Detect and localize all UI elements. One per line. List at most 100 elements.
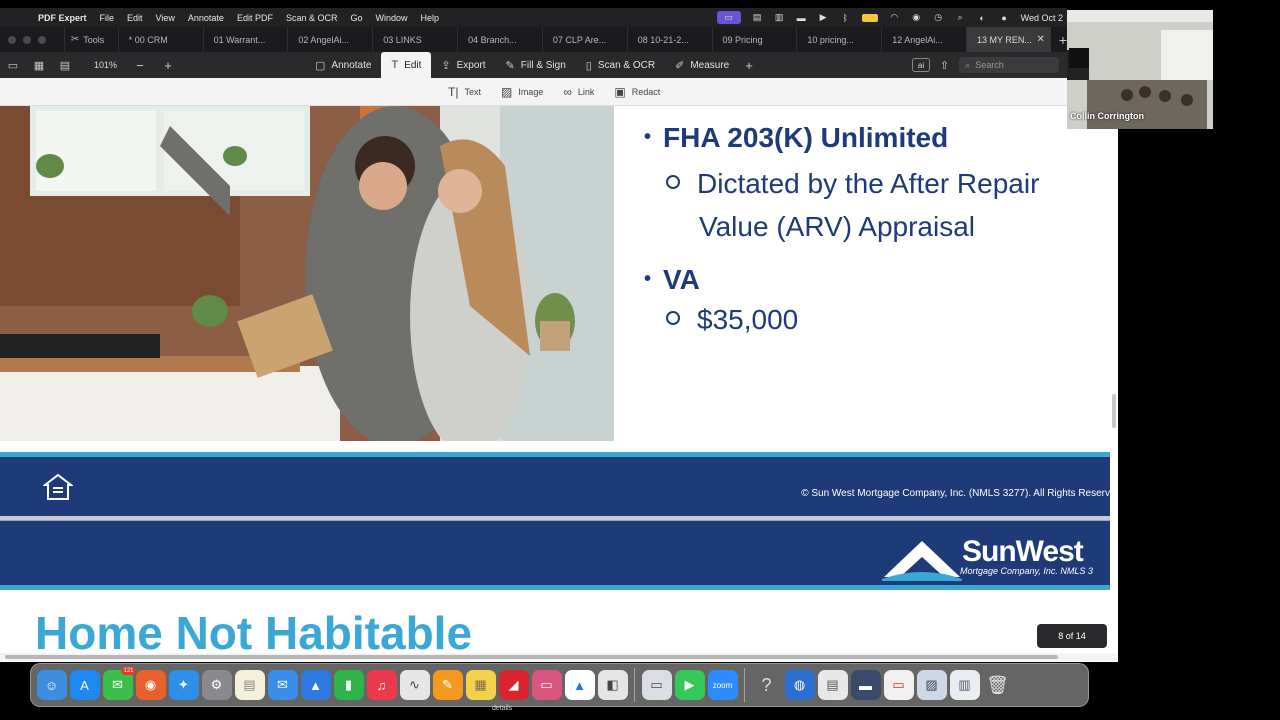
window-thumbnail-icon[interactable]: ▥ (949, 670, 980, 700)
play-icon[interactable]: ▶ (818, 12, 829, 22)
activity-monitor-icon[interactable]: ∿ (399, 670, 430, 700)
mail-icon[interactable]: ✉ (267, 670, 298, 700)
grid-view-icon[interactable]: ▦ (26, 59, 52, 72)
cast-icon[interactable]: ▤ (752, 12, 763, 22)
siri-icon[interactable]: ● (999, 13, 1010, 23)
notes-icon[interactable]: ▤ (234, 670, 265, 700)
pages-icon[interactable]: ✎ (432, 670, 463, 700)
vertical-scroll-thumb[interactable] (1112, 394, 1116, 428)
edit-tool-text[interactable]: T| Text (448, 85, 481, 99)
edit-tool-redact[interactable]: ▣ Redact (614, 85, 660, 99)
document-page[interactable]: • FHA 203(K) Unlimited Dictated by the Af… (0, 106, 1118, 662)
menu-scan-ocr[interactable]: Scan & OCR (286, 13, 338, 23)
tab-document[interactable]: 02 AngelAi... (287, 27, 372, 52)
time-machine-icon[interactable]: ◷ (933, 12, 944, 22)
edit-tool-image[interactable]: ▨ Image (501, 85, 543, 99)
system-settings-icon[interactable]: ⚙ (201, 670, 232, 700)
image-thumbnail-icon[interactable]: ▨ (916, 670, 947, 700)
finder-icon[interactable]: ☺ (36, 670, 67, 700)
firefox-icon[interactable]: ◉ (135, 670, 166, 700)
screenshot-thumbnail-icon[interactable]: ▬ (850, 670, 881, 700)
add-mode-button[interactable]: + (739, 58, 759, 73)
screen-sharing-icon[interactable]: ▭ (641, 670, 672, 700)
main-toolbar: ▭ ▦ ▤ 101% − + ▢ Annotate T Edit ⇪ Export ✎… (0, 52, 1067, 78)
menu-annotate[interactable]: Annotate (188, 13, 224, 23)
battery-icon[interactable] (861, 13, 878, 22)
tab-document[interactable]: 12 AngelAi... (881, 27, 966, 52)
mode-scan-ocr[interactable]: ▯ Scan & OCR (576, 52, 665, 78)
card-thumbnail-icon[interactable]: ▭ (883, 670, 914, 700)
tab-document[interactable]: 01 Warrant... (202, 27, 288, 52)
mode-export[interactable]: ⇪ Export (431, 52, 495, 78)
google-drive-icon[interactable]: ▲ (564, 670, 595, 700)
edit-tool-label: Link (577, 87, 595, 97)
chat-icon[interactable]: ▬ (796, 13, 807, 23)
minimize-window-button[interactable] (23, 35, 31, 44)
tab-document[interactable]: * 00 CRM (117, 27, 203, 52)
menu-file[interactable]: File (100, 13, 115, 23)
tab-document[interactable]: 03 LINKS (372, 27, 457, 52)
sub-bullet-text: Dictated by the After Repair (697, 168, 1040, 199)
control-center-icon[interactable]: ◐ (977, 13, 988, 23)
page-indicator[interactable]: 8 of 14 (1037, 624, 1107, 648)
wifi-icon[interactable]: ◠ (889, 12, 900, 22)
document-thumbnail-icon[interactable]: ▤ (817, 670, 848, 700)
mode-fill-sign[interactable]: ✎ Fill & Sign (496, 52, 576, 78)
new-tab-button[interactable]: + (1059, 32, 1067, 48)
menu-go[interactable]: Go (350, 13, 362, 23)
close-tab-icon[interactable]: ✕ (1036, 34, 1044, 45)
trash-icon[interactable]: 🗑 (983, 670, 1013, 700)
menu-edit[interactable]: Edit (127, 13, 143, 23)
network-globe-icon[interactable]: ◍ (784, 670, 815, 700)
mode-measure[interactable]: ✐ Measure (665, 52, 739, 78)
help-icon[interactable]: ? (752, 670, 782, 700)
layout-icon[interactable]: ▥ (774, 12, 785, 22)
page-layout-icon[interactable]: ▤ (52, 59, 78, 72)
tab-document[interactable]: 10 pricing... (796, 27, 881, 52)
stickies-icon[interactable]: ▦ (465, 670, 496, 700)
photo-booth-icon[interactable]: ▭ (531, 670, 562, 700)
tab-document-active[interactable]: 13 MY REN... ✕ (966, 27, 1051, 52)
sidebar-toggle-icon[interactable]: ▭ (0, 59, 26, 72)
mode-annotate[interactable]: ▢ Annotate (305, 52, 381, 78)
menu-help[interactable]: Help (421, 13, 440, 23)
menu-edit-pdf[interactable]: Edit PDF (237, 13, 273, 23)
close-window-button[interactable] (8, 35, 16, 44)
bluetooth-icon[interactable]: ᛒ (840, 13, 851, 23)
spotlight-icon[interactable]: ⌕ (955, 12, 966, 22)
menu-view[interactable]: View (156, 13, 175, 23)
window-controls (8, 35, 64, 44)
clock[interactable]: Wed Oct 2 (1021, 13, 1063, 23)
app-store-icon[interactable]: A (69, 670, 100, 700)
screen-share-icon[interactable]: ▭ (716, 11, 741, 24)
safari-icon[interactable]: ✦ (168, 670, 199, 700)
tab-document[interactable]: 04 Branch... (457, 27, 542, 52)
zoom-out-button[interactable]: − (135, 58, 145, 73)
tab-document[interactable]: 09 Pricing (711, 27, 797, 52)
menu-window[interactable]: Window (376, 13, 408, 23)
music-icon[interactable]: ♫ (366, 670, 397, 700)
zoom-app-icon[interactable]: zoom (707, 670, 738, 700)
tab-document[interactable]: 07 CLP Are... (541, 27, 627, 52)
video-call-thumbnail[interactable]: Collin Corrington (1067, 10, 1213, 129)
zoom-window-button[interactable] (38, 35, 46, 44)
edit-tool-link[interactable]: ∞ Link (563, 85, 594, 99)
preview-icon[interactable]: ◧ (597, 670, 628, 700)
horizontal-scrollbar[interactable] (0, 653, 1117, 661)
ai-assistant-button[interactable]: ai (912, 58, 930, 72)
zoom-level[interactable]: 101% (94, 60, 117, 70)
zoom-in-button[interactable]: + (163, 58, 173, 73)
keynote-icon[interactable]: ▲ (300, 670, 331, 700)
horizontal-scroll-thumb[interactable] (5, 655, 1058, 659)
facetime-icon[interactable]: ▶ (674, 670, 705, 700)
menu-app-name[interactable]: PDF Expert (38, 13, 87, 23)
messages-icon[interactable]: ✉ 121 (102, 667, 136, 700)
tab-document[interactable]: 08 10-21-2... (626, 27, 712, 52)
tab-tools[interactable]: ✂ Tools (63, 27, 118, 52)
mode-edit[interactable]: T Edit (381, 52, 432, 78)
numbers-icon[interactable]: ▮ (333, 670, 364, 700)
user-icon[interactable]: ◉ (911, 12, 922, 22)
pdf-expert-icon[interactable]: ◢ (498, 670, 529, 700)
search-input[interactable]: ⌕ Search (959, 57, 1060, 73)
share-icon[interactable]: ⇧ (940, 59, 949, 72)
